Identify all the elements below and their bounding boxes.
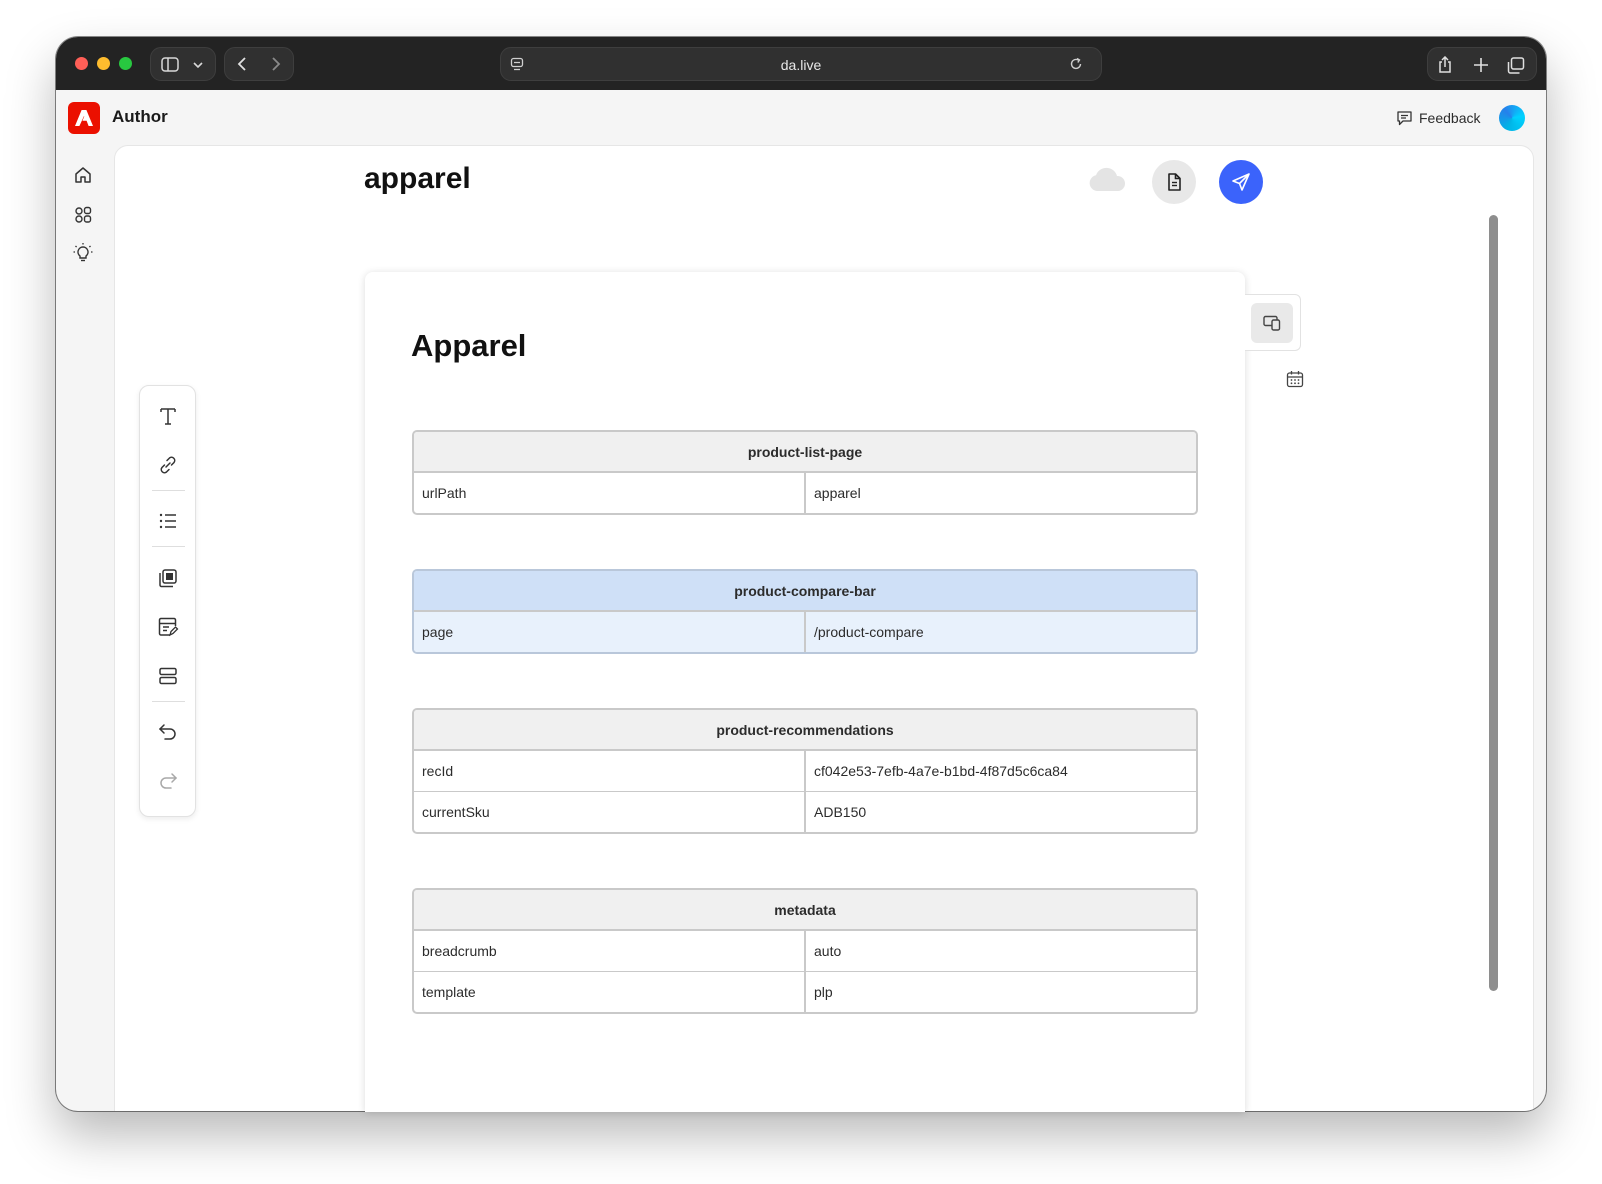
link-icon[interactable] [156, 453, 180, 477]
side-panel [1245, 294, 1301, 351]
cloud-icon [1089, 167, 1126, 191]
table-row: page /product-compare [414, 611, 1196, 652]
preview-icon [1263, 315, 1281, 331]
undo-icon[interactable] [156, 720, 180, 744]
table-row: recId cf042e53-7efb-4a7e-b1bd-4f87d5c6ca… [414, 750, 1196, 791]
formatting-toolbar [139, 385, 196, 817]
scrollbar[interactable] [1489, 215, 1498, 991]
calendar-icon[interactable] [1286, 370, 1304, 388]
table-cell[interactable]: /product-compare [806, 611, 1196, 652]
table-cell[interactable]: template [414, 971, 806, 1012]
table-cell[interactable]: ADB150 [806, 791, 1196, 832]
block-name[interactable]: product-list-page [414, 432, 1196, 472]
block-table[interactable]: metadata breadcrumb auto template plp [412, 888, 1198, 1014]
document-page[interactable]: Apparel product-list-page urlPath appare… [365, 272, 1245, 1112]
block-table-selected[interactable]: product-compare-bar page /product-compar… [412, 569, 1198, 654]
blocks-icon[interactable] [156, 664, 180, 688]
toolbar-divider [152, 701, 185, 702]
table-cell[interactable]: apparel [806, 472, 1196, 513]
block-name[interactable]: product-recommendations [414, 710, 1196, 750]
toolbar-divider [152, 546, 185, 547]
table-cell[interactable]: plp [806, 971, 1196, 1012]
publish-button[interactable] [1219, 160, 1263, 204]
block-table[interactable]: product-list-page urlPath apparel [412, 430, 1198, 515]
file-icon [1168, 173, 1181, 191]
table-row: breadcrumb auto [414, 930, 1196, 971]
toolbar-divider [152, 490, 185, 491]
block-table[interactable]: product-recommendations recId cf042e53-7… [412, 708, 1198, 834]
table-cell[interactable]: urlPath [414, 472, 806, 513]
send-icon [1232, 173, 1250, 191]
table-cell[interactable]: cf042e53-7efb-4a7e-b1bd-4f87d5c6ca84 [806, 750, 1196, 791]
table-row: urlPath apparel [414, 472, 1196, 513]
library-icon[interactable] [156, 566, 180, 590]
table-cell[interactable]: currentSku [414, 791, 806, 832]
form-icon[interactable] [156, 615, 180, 639]
table-row: currentSku ADB150 [414, 791, 1196, 832]
table-row: template plp [414, 971, 1196, 1012]
block-name[interactable]: metadata [414, 890, 1196, 930]
table-cell[interactable]: breadcrumb [414, 930, 806, 971]
text-icon[interactable] [156, 404, 180, 428]
list-icon[interactable] [156, 509, 180, 533]
table-cell[interactable]: recId [414, 750, 806, 791]
table-cell[interactable]: auto [806, 930, 1196, 971]
redo-icon[interactable] [156, 769, 180, 793]
block-name[interactable]: product-compare-bar [414, 571, 1196, 611]
preview-toggle-button[interactable] [1251, 303, 1293, 343]
page-heading[interactable]: Apparel [411, 328, 526, 364]
table-cell[interactable]: page [414, 611, 806, 652]
preview-file-button[interactable] [1152, 160, 1196, 204]
document-title: apparel [364, 162, 471, 195]
